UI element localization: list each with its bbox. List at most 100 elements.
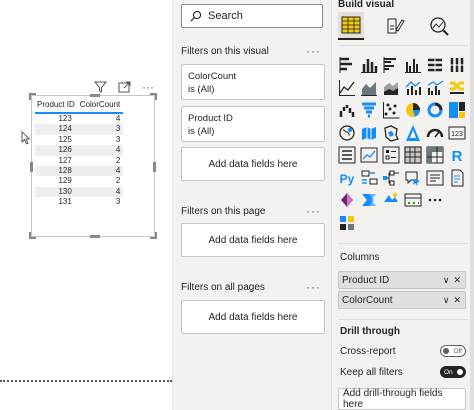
waterfall-icon[interactable] bbox=[338, 101, 356, 119]
resize-handle-right[interactable] bbox=[153, 162, 156, 172]
build-visual-title: Build visual bbox=[338, 0, 395, 10]
decomposition-tree-icon[interactable] bbox=[382, 169, 400, 187]
treemap-icon[interactable] bbox=[448, 101, 466, 119]
well-field-product-id[interactable]: Product ID ∨ ✕ bbox=[338, 271, 466, 289]
more-options-icon[interactable]: ··· bbox=[140, 80, 156, 94]
table-row[interactable]: 126 4 bbox=[35, 145, 124, 156]
table-row[interactable]: 123 4 bbox=[35, 113, 123, 124]
matrix-icon[interactable] bbox=[426, 146, 444, 164]
narrative-icon[interactable] bbox=[426, 169, 444, 187]
table-row[interactable]: 131 3 bbox=[35, 197, 123, 207]
metrics-icon[interactable] bbox=[404, 191, 422, 209]
shape-map-icon[interactable] bbox=[382, 124, 400, 142]
cross-report-toggle[interactable]: Off bbox=[440, 345, 466, 357]
table-icon[interactable] bbox=[404, 146, 422, 164]
resize-handle-top-right[interactable] bbox=[150, 93, 157, 100]
close-icon[interactable]: ✕ bbox=[453, 295, 461, 306]
multi-row-card-icon[interactable] bbox=[338, 146, 356, 164]
column-header-colorcount[interactable]: ColorCount bbox=[77, 98, 124, 114]
add-page-filter-field[interactable]: Add data fields here bbox=[181, 223, 325, 257]
arcgis-icon[interactable] bbox=[382, 191, 400, 209]
donut-icon[interactable] bbox=[426, 101, 444, 119]
100-stacked-bar-icon[interactable] bbox=[426, 56, 444, 74]
filled-map-icon[interactable] bbox=[360, 124, 378, 142]
build-visual-icon[interactable] bbox=[338, 12, 364, 40]
line-chart-icon[interactable] bbox=[338, 79, 356, 97]
paginated-report-icon[interactable] bbox=[448, 169, 466, 187]
add-drill-through-field[interactable]: Add drill-through fields here bbox=[338, 388, 466, 410]
format-visual-icon[interactable] bbox=[382, 12, 408, 40]
add-visual-filter-field[interactable]: Add data fields here bbox=[181, 147, 325, 181]
stacked-area-icon[interactable] bbox=[382, 79, 400, 97]
python-visual-icon[interactable]: Py bbox=[338, 169, 356, 187]
qa-icon[interactable] bbox=[404, 169, 422, 187]
filters-on-visual-title: Filters on this visual bbox=[181, 46, 269, 57]
pie-icon[interactable] bbox=[404, 101, 422, 119]
cell-colorcount: 2 bbox=[115, 176, 121, 186]
divider bbox=[338, 243, 468, 244]
scatter-icon[interactable] bbox=[382, 101, 400, 119]
keep-all-filters-row: Keep all filters On bbox=[340, 366, 466, 378]
more-visuals-icon[interactable] bbox=[426, 191, 444, 209]
well-field-colorcount[interactable]: ColorCount ∨ ✕ bbox=[338, 291, 466, 309]
filter-state: is (All) bbox=[188, 84, 215, 95]
cell-product-id: 129 bbox=[58, 176, 72, 186]
slicer-icon[interactable] bbox=[382, 146, 400, 164]
resize-handle-left[interactable] bbox=[30, 162, 33, 172]
table-visual[interactable]: Product ID ColorCount 123 4 124 3 125 3 126 4 12… bbox=[29, 93, 157, 239]
pane-scrollbar[interactable] bbox=[470, 0, 474, 410]
table-row[interactable]: 125 3 bbox=[35, 135, 123, 145]
add-report-filter-field[interactable]: Add data fields here bbox=[181, 300, 325, 334]
table-row[interactable]: 128 4 bbox=[35, 166, 124, 177]
custom-visual-icon[interactable] bbox=[338, 214, 356, 232]
filters-on-all-pages-more-icon[interactable]: ··· bbox=[306, 280, 321, 294]
line-column-icon[interactable] bbox=[404, 79, 422, 97]
table-row[interactable]: 127 2 bbox=[35, 156, 123, 166]
cell-colorcount: 4 bbox=[115, 114, 121, 123]
close-icon[interactable]: ✕ bbox=[453, 275, 461, 286]
clustered-column-icon[interactable] bbox=[404, 56, 422, 74]
resize-handle-bottom-right[interactable] bbox=[150, 232, 157, 239]
table-row[interactable]: 130 4 bbox=[35, 186, 124, 198]
power-automate-icon[interactable] bbox=[360, 191, 378, 209]
kpi-icon[interactable] bbox=[360, 146, 378, 164]
stacked-bar-icon[interactable] bbox=[338, 56, 356, 74]
gauge-icon[interactable] bbox=[426, 124, 444, 142]
100-stacked-column-icon[interactable] bbox=[448, 56, 466, 74]
filters-on-page-more-icon[interactable]: ··· bbox=[306, 204, 321, 218]
r-visual-icon[interactable]: R bbox=[448, 146, 466, 164]
filter-card-colorcount[interactable]: ColorCount is (All) bbox=[181, 64, 325, 100]
filter-icon[interactable] bbox=[92, 80, 108, 94]
column-header-product-id[interactable]: Product ID bbox=[35, 98, 78, 114]
card-icon[interactable]: 123 bbox=[448, 124, 466, 142]
resize-handle-bottom[interactable] bbox=[90, 235, 100, 238]
area-chart-icon[interactable] bbox=[360, 79, 378, 97]
resize-handle-bottom-left[interactable] bbox=[29, 232, 36, 239]
cell-product-id: 123 bbox=[58, 114, 72, 123]
stacked-column-icon[interactable] bbox=[360, 56, 378, 74]
map-icon[interactable] bbox=[338, 124, 356, 142]
visualizations-pane: Build visual 123 R Py Columns Product ID ∨… bbox=[332, 0, 474, 410]
funnel-icon[interactable] bbox=[360, 101, 378, 119]
table-row[interactable]: 129 2 bbox=[35, 176, 123, 186]
filter-card-product-id[interactable]: Product ID is (All) bbox=[181, 106, 325, 142]
azure-map-icon[interactable] bbox=[404, 124, 422, 142]
cell-product-id: 125 bbox=[58, 134, 72, 144]
report-canvas[interactable]: ··· Product ID ColorCount 123 4 124 3 125 3 12… bbox=[0, 0, 172, 410]
filters-search-input[interactable]: Search bbox=[181, 4, 323, 28]
focus-mode-icon[interactable] bbox=[116, 80, 132, 94]
ribbon-chart-icon[interactable] bbox=[448, 79, 466, 97]
filters-on-page-title: Filters on this page bbox=[181, 206, 266, 217]
power-apps-icon[interactable] bbox=[338, 191, 356, 209]
resize-handle-top[interactable] bbox=[90, 94, 100, 97]
clustered-bar-icon[interactable] bbox=[382, 56, 400, 74]
filters-on-visual-more-icon[interactable]: ··· bbox=[306, 44, 321, 58]
chevron-down-icon[interactable]: ∨ bbox=[443, 275, 450, 286]
keep-all-filters-toggle[interactable]: On bbox=[440, 366, 466, 378]
table-row[interactable]: 124 3 bbox=[35, 124, 124, 135]
analytics-icon[interactable] bbox=[426, 12, 452, 40]
line-clustered-column-icon[interactable] bbox=[426, 79, 444, 97]
key-influencers-icon[interactable] bbox=[360, 169, 378, 187]
cell-product-id: 131 bbox=[58, 197, 72, 207]
chevron-down-icon[interactable]: ∨ bbox=[443, 295, 450, 306]
